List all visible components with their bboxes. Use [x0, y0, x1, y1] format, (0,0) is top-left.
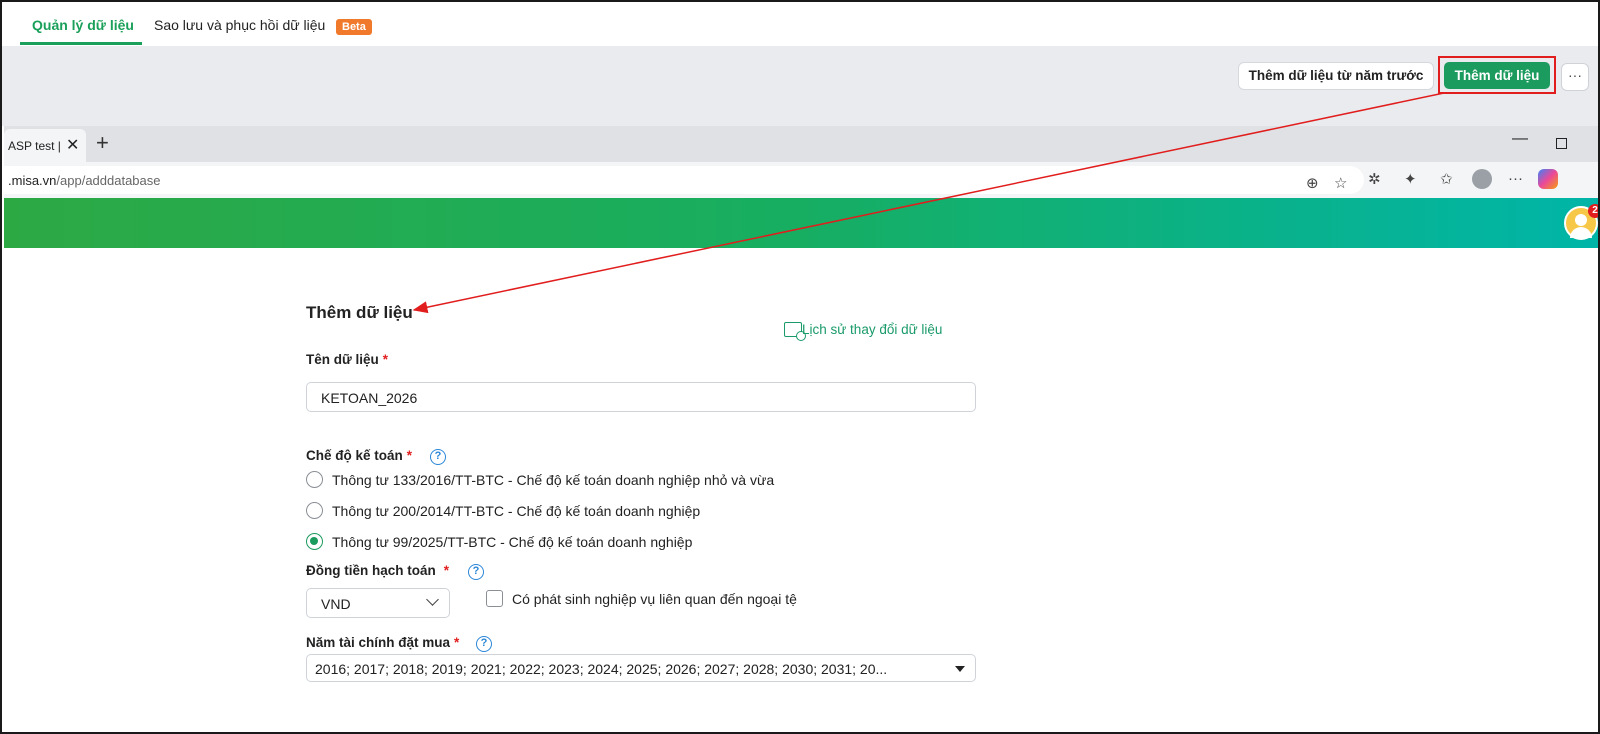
app-toolbar: Thêm dữ liệu từ năm trước Thêm dữ liệu ·…	[2, 46, 1598, 170]
radio-button-checked[interactable]	[306, 533, 323, 550]
browser-tab-strip: ASP test | M ✕ + —	[4, 126, 1598, 162]
add-data-form: Thêm dữ liệu Lịch sử thay đổi dữ liệu Tê…	[4, 248, 1598, 732]
required-mark: *	[382, 352, 389, 367]
active-tab-indicator	[20, 42, 142, 45]
currency-label-text: Đồng tiền hạch toán	[306, 563, 436, 578]
more-options-button[interactable]: ···	[1561, 63, 1589, 91]
url-text: .misa.vn/app/adddatabase	[8, 173, 161, 188]
more-icon[interactable]: ···	[1508, 170, 1523, 187]
beta-badge: Beta	[336, 19, 372, 35]
app-tab-bar: Quản lý dữ liệu Sao lưu và phục hồi dữ l…	[2, 2, 1598, 46]
data-name-value: KETOAN_2026	[321, 390, 418, 406]
copilot-icon[interactable]	[1538, 169, 1558, 189]
minimize-icon[interactable]: —	[1512, 130, 1528, 148]
regime-option-label: Thông tư 133/2016/TT-BTC - Chế độ kế toá…	[332, 472, 775, 488]
regime-label: Chế độ kế toán *	[306, 448, 412, 463]
add-from-previous-year-button[interactable]: Thêm dữ liệu từ năm trước	[1238, 62, 1434, 90]
data-name-input[interactable]: KETOAN_2026	[306, 382, 976, 412]
screenshot-frame: Quản lý dữ liệu Sao lưu và phục hồi dữ l…	[0, 0, 1600, 734]
browser-tab-title: ASP test | M	[8, 139, 64, 153]
fiscal-years-value: 2016; 2017; 2018; 2019; 2021; 2022; 2023…	[315, 661, 888, 677]
foreign-currency-label: Có phát sinh nghiệp vụ liên quan đến ngo…	[512, 591, 797, 607]
close-icon[interactable]: ✕	[66, 135, 79, 155]
maximize-icon[interactable]	[1556, 138, 1567, 149]
add-data-button[interactable]: Thêm dữ liệu	[1444, 62, 1550, 89]
cut-off-row	[4, 710, 1598, 732]
currency-label: Đồng tiền hạch toán *	[306, 563, 449, 578]
help-icon[interactable]: ?	[468, 564, 484, 580]
zoom-icon[interactable]: ⊕	[1306, 174, 1319, 192]
fiscal-year-label: Năm tài chính đặt mua *	[306, 635, 459, 650]
required-mark: *	[406, 448, 413, 463]
currency-value: VND	[321, 596, 351, 612]
avatar-body	[1570, 227, 1592, 238]
tab-backup-restore[interactable]: Sao lưu và phục hồi dữ liệu	[154, 17, 325, 33]
regime-option-label: Thông tư 200/2014/TT-BTC - Chế độ kế toá…	[332, 503, 701, 519]
fiscal-year-label-text: Năm tài chính đặt mua	[306, 635, 451, 650]
highlight-box: Thêm dữ liệu	[1438, 56, 1556, 94]
favorites-list-icon[interactable]: ✩	[1440, 170, 1453, 188]
data-history-link[interactable]: Lịch sử thay đổi dữ liệu	[802, 322, 942, 337]
url-field[interactable]: .misa.vn/app/adddatabase ⊕ ☆	[4, 166, 1364, 194]
avatar-face	[1575, 214, 1587, 226]
tab-data-management[interactable]: Quản lý dữ liệu	[32, 17, 134, 33]
name-label: Tên dữ liệu *	[306, 352, 388, 367]
notification-badge: 2	[1588, 204, 1598, 218]
foreign-currency-checkbox[interactable]	[486, 590, 503, 607]
fiscal-years-select[interactable]: 2016; 2017; 2018; 2019; 2021; 2022; 2023…	[306, 654, 976, 682]
caret-down-icon	[955, 666, 965, 672]
browser-window: ASP test | M ✕ + — .misa.vn/app/adddatab…	[4, 126, 1598, 732]
radio-button[interactable]	[306, 471, 323, 488]
app-header-banner: 2	[4, 198, 1598, 248]
regime-option-label: Thông tư 99/2025/TT-BTC - Chế độ kế toán…	[332, 534, 693, 550]
name-label-text: Tên dữ liệu	[306, 352, 379, 367]
radio-button[interactable]	[306, 502, 323, 519]
url-path: /app/adddatabase	[56, 173, 161, 188]
required-mark: *	[443, 563, 450, 578]
regime-label-text: Chế độ kế toán	[306, 448, 403, 463]
new-tab-icon[interactable]: +	[96, 130, 109, 156]
required-mark: *	[454, 635, 460, 650]
chevron-down-icon	[426, 593, 439, 606]
help-icon[interactable]: ?	[476, 636, 492, 652]
url-host: .misa.vn	[8, 173, 57, 188]
currency-select[interactable]: VND	[306, 588, 450, 618]
extension-icon[interactable]: ✲	[1368, 170, 1381, 188]
history-icon[interactable]	[784, 322, 806, 341]
address-bar: .misa.vn/app/adddatabase ⊕ ☆ ✲ ✦ ✩ ···	[4, 162, 1598, 198]
puzzle-icon[interactable]: ✦	[1404, 170, 1417, 188]
favorite-star-icon[interactable]: ☆	[1334, 174, 1347, 192]
help-icon[interactable]: ?	[430, 449, 446, 465]
page-title: Thêm dữ liệu	[306, 303, 413, 322]
browser-tab[interactable]: ASP test | M ✕	[4, 129, 86, 162]
profile-icon[interactable]	[1472, 169, 1492, 189]
